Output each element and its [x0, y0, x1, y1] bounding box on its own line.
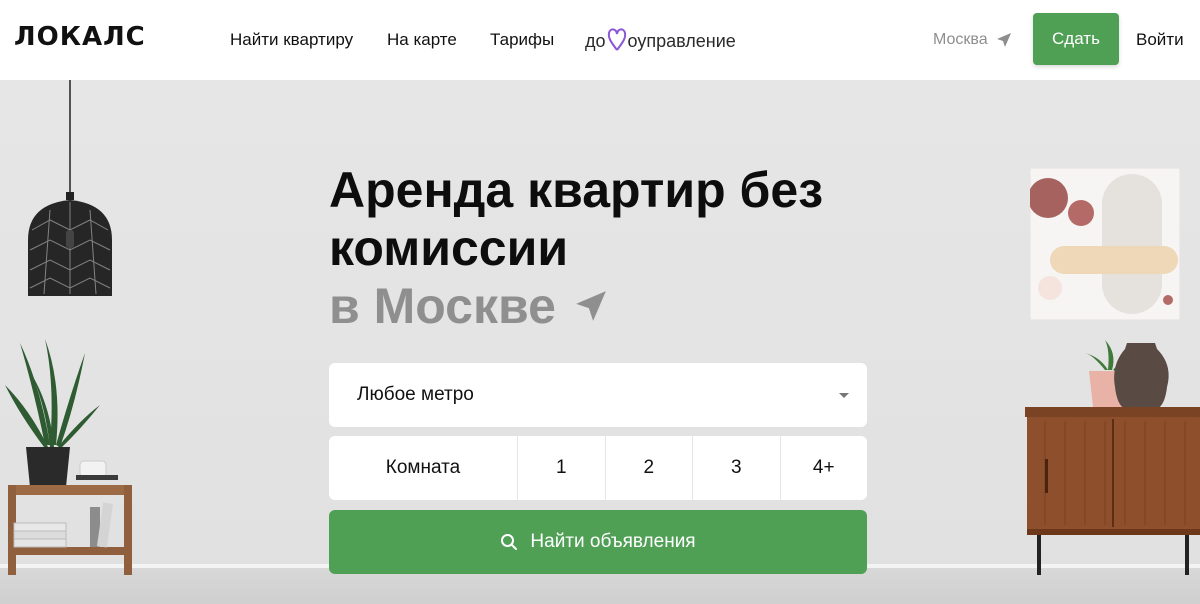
wall-art-illustration [1030, 168, 1180, 320]
nav-tariffs[interactable]: Тарифы [490, 30, 554, 50]
hero-section: Аренда квартир без комиссии в Москве Люб… [0, 80, 1200, 604]
metro-select[interactable]: Любое метро [329, 363, 867, 427]
login-link[interactable]: Войти [1136, 30, 1184, 50]
metro-select-value: Любое метро [357, 384, 474, 405]
nav-on-map[interactable]: На карте [387, 30, 457, 50]
location-arrow-icon [996, 33, 1011, 47]
city-label: Москва [933, 31, 988, 48]
location-arrow-icon [576, 291, 606, 321]
chevron-down-icon [839, 392, 849, 398]
domo-text-right: оуправление [627, 31, 736, 51]
find-listings-label: Найти объявления [530, 531, 696, 552]
hero-title: Аренда квартир без комиссии [329, 161, 823, 277]
room-option-4plus[interactable]: 4+ [779, 436, 868, 500]
room-option-room[interactable]: Комната [329, 436, 517, 500]
search-icon [501, 534, 518, 550]
hero-city-label: в Москве [329, 278, 556, 334]
nav-find-apartment[interactable]: Найти квартиру [230, 30, 353, 50]
pendant-lamp-illustration [28, 80, 112, 296]
plant-shelf-illustration [5, 339, 132, 575]
find-listings-button[interactable]: Найти объявления [329, 510, 867, 574]
rooms-selector: Комната 1 2 3 4+ [329, 436, 867, 500]
rent-out-button[interactable]: Сдать [1033, 13, 1119, 65]
hero-title-line2: комиссии [329, 220, 569, 276]
domo-text-left: до [585, 31, 606, 51]
logo[interactable]: ЛОКАЛС [14, 22, 146, 52]
heart-icon [607, 28, 626, 51]
hero-title-line1: Аренда квартир без [329, 162, 824, 218]
hero-title-city[interactable]: в Москве [329, 277, 608, 335]
nav-domoupravlenie[interactable]: до оуправление [585, 26, 736, 52]
room-option-1[interactable]: 1 [517, 436, 605, 500]
room-option-3[interactable]: 3 [692, 436, 780, 500]
sideboard-illustration [1025, 407, 1200, 575]
room-option-2[interactable]: 2 [604, 436, 693, 500]
vase-plant-illustration [1085, 340, 1169, 409]
site-header: ЛОКАЛС Найти квартиру На карте Тарифы до… [0, 0, 1200, 80]
city-selector[interactable]: Москва [933, 31, 1012, 49]
